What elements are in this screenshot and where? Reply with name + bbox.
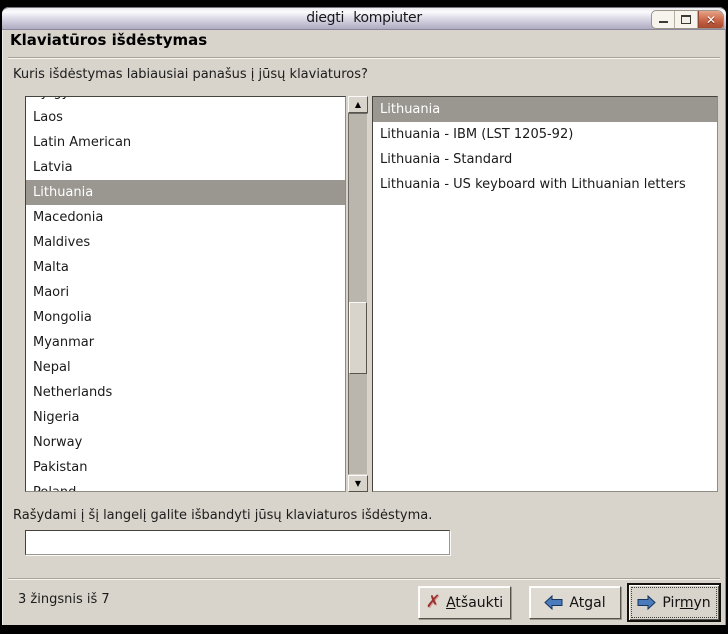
country-list-items: KyrgyzLaosLatin AmericanLatviaLithuaniaM… — [26, 96, 345, 492]
minimize-icon — [659, 21, 668, 23]
list-item[interactable]: Macedonia — [26, 205, 345, 230]
list-item[interactable]: Kyrgyz — [26, 96, 345, 105]
type-test-label: Rašydami į šį langelį galite išbandyti j… — [13, 508, 432, 523]
forward-button[interactable]: Pirmyn — [627, 583, 721, 622]
back-button[interactable]: Atgal — [529, 586, 621, 619]
cancel-button-label: Atšaukti — [446, 595, 503, 611]
window-controls: ✕ — [651, 10, 724, 29]
forward-arrow-icon — [637, 595, 656, 610]
scroll-down-button[interactable]: ▼ — [348, 475, 368, 492]
cancel-button[interactable]: ✗ Atšaukti — [418, 586, 511, 619]
forward-button-label: Pirmyn — [662, 595, 710, 611]
installer-window: diegti kompiuter ✕ Klaviatūros išdėstyma… — [2, 7, 726, 625]
page-title: Klaviatūros išdėstymas — [10, 31, 207, 49]
titlebar[interactable]: diegti kompiuter ✕ — [2, 7, 726, 30]
list-item[interactable]: Nepal — [26, 355, 345, 380]
question-label: Kuris išdėstymas labiausiai panašus į jū… — [13, 67, 368, 82]
scroll-up-button[interactable]: ▲ — [348, 96, 368, 113]
cancel-x-icon: ✗ — [425, 594, 440, 611]
keyboard-test-input[interactable] — [25, 530, 450, 555]
list-item[interactable]: Mongolia — [26, 305, 345, 330]
list-item[interactable]: Lithuania - IBM (LST 1205-92) — [373, 122, 717, 147]
list-item[interactable]: Lithuania - Standard — [373, 147, 717, 172]
list-item[interactable]: Maldives — [26, 230, 345, 255]
label-part: tšaukti — [455, 595, 503, 611]
label-mnemonic: m — [680, 595, 694, 611]
country-list[interactable]: KyrgyzLaosLatin AmericanLatviaLithuaniaM… — [25, 96, 346, 492]
scrollbar-thumb[interactable] — [349, 302, 367, 374]
arrow-down-icon: ▼ — [355, 479, 361, 488]
variant-list-items: LithuaniaLithuania - IBM (LST 1205-92)Li… — [373, 97, 717, 197]
variant-list[interactable]: LithuaniaLithuania - IBM (LST 1205-92)Li… — [372, 96, 718, 492]
list-item[interactable]: Laos — [26, 105, 345, 130]
list-item[interactable]: Pakistan — [26, 455, 345, 480]
list-item[interactable]: Nigeria — [26, 405, 345, 430]
list-item[interactable]: Norway — [26, 430, 345, 455]
list-item[interactable]: Maori — [26, 280, 345, 305]
screen: diegti kompiuter ✕ Klaviatūros išdėstyma… — [0, 0, 728, 634]
footer-separator — [8, 578, 720, 580]
header-separator — [8, 57, 720, 59]
label-part: yn — [694, 595, 711, 611]
label-part: al — [593, 595, 605, 611]
list-item[interactable]: Lithuania - US keyboard with Lithuanian … — [373, 172, 717, 197]
window-title: diegti kompiuter — [2, 8, 726, 29]
minimize-button[interactable] — [652, 11, 675, 28]
list-item[interactable]: Lithuania — [373, 97, 717, 122]
scrollbar-track[interactable] — [348, 113, 368, 475]
list-item[interactable]: Myanmar — [26, 330, 345, 355]
back-button-label: Atgal — [569, 595, 605, 611]
label-part: Pir — [662, 595, 680, 611]
maximize-button[interactable] — [675, 11, 698, 28]
close-button[interactable]: ✕ — [698, 11, 723, 28]
list-item[interactable]: Lithuania — [26, 180, 345, 205]
label-mnemonic: g — [584, 595, 593, 611]
list-item[interactable]: Netherlands — [26, 380, 345, 405]
step-status: 3 žingsnis iš 7 — [18, 592, 110, 607]
arrow-up-icon: ▲ — [355, 100, 361, 109]
list-item[interactable]: Latin American — [26, 130, 345, 155]
country-list-scrollbar[interactable]: ▲ ▼ — [348, 96, 368, 492]
back-arrow-icon — [544, 595, 563, 610]
maximize-icon — [681, 15, 691, 24]
close-icon: ✕ — [706, 14, 716, 26]
list-item[interactable]: Malta — [26, 255, 345, 280]
list-item[interactable]: Poland — [26, 480, 345, 492]
label-part: At — [569, 595, 584, 611]
content-area: Klaviatūros išdėstymas Kuris išdėstymas … — [2, 30, 726, 625]
list-item[interactable]: Latvia — [26, 155, 345, 180]
